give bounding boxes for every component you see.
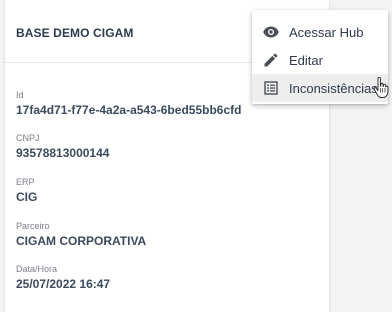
field-value: CIG bbox=[16, 190, 38, 204]
card-title: BASE DEMO CIGAM bbox=[16, 26, 134, 40]
field-data-hora: Data/Hora 25/07/2022 16:47 bbox=[16, 264, 110, 292]
field-erp: ERP CIG bbox=[16, 177, 37, 205]
field-parceiro: Parceiro CIGAM CORPORATIVA bbox=[16, 221, 146, 249]
field-label: Data/Hora bbox=[16, 264, 58, 274]
eye-icon bbox=[263, 24, 279, 40]
menu-item-label: Editar bbox=[289, 52, 323, 68]
list-icon bbox=[263, 80, 279, 96]
hand-pointer-cursor-icon bbox=[373, 77, 389, 98]
field-label: Id bbox=[16, 90, 24, 100]
field-label: CNPJ bbox=[16, 133, 40, 143]
field-value: 25/07/2022 16:47 bbox=[16, 277, 111, 291]
menu-item-inconsistencias[interactable]: Inconsistências bbox=[252, 74, 388, 102]
menu-item-label: Inconsistências bbox=[289, 80, 378, 96]
context-menu: Acessar Hub Editar Inconsistências bbox=[252, 10, 388, 104]
pencil-icon bbox=[263, 52, 279, 68]
menu-item-label: Acessar Hub bbox=[289, 24, 364, 40]
menu-item-editar[interactable]: Editar bbox=[252, 46, 388, 74]
field-value: 93578813000144 bbox=[16, 146, 110, 160]
field-label: ERP bbox=[16, 177, 35, 187]
field-value: 17fa4d71-f77e-4a2a-a543-6bed55bb6cfd bbox=[16, 103, 242, 117]
menu-item-acessar-hub[interactable]: Acessar Hub bbox=[252, 18, 388, 46]
field-cnpj: CNPJ 93578813000144 bbox=[16, 133, 109, 161]
field-value: CIGAM CORPORATIVA bbox=[16, 234, 147, 248]
field-id: Id 17fa4d71-f77e-4a2a-a543-6bed55bb6cfd bbox=[16, 90, 241, 118]
field-label: Parceiro bbox=[16, 221, 50, 231]
